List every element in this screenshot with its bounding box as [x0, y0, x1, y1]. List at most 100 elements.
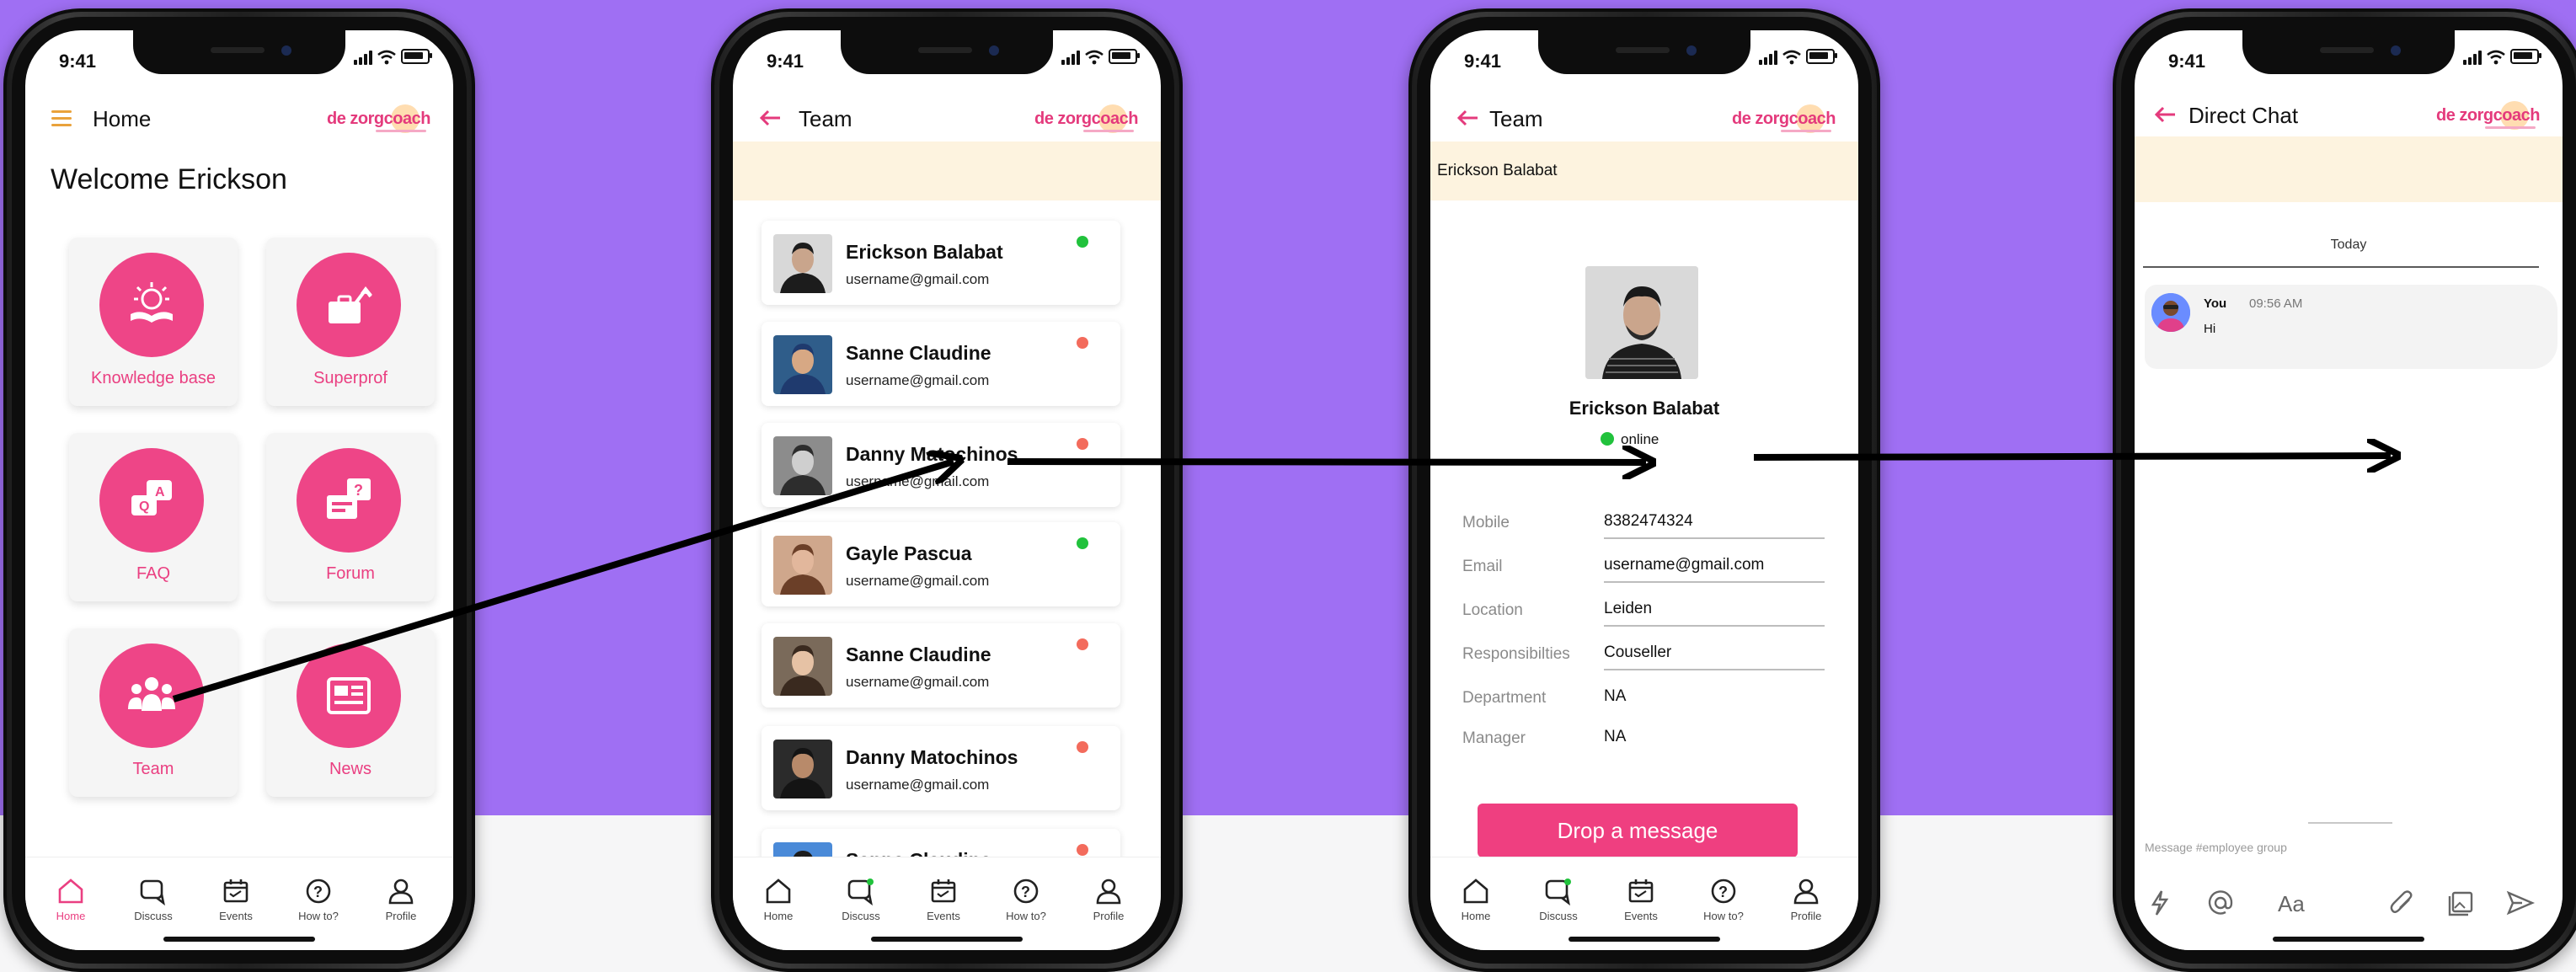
battery-icon: [1109, 49, 1140, 64]
tile-faq[interactable]: AQ FAQ: [69, 433, 238, 601]
nav-events[interactable]: Events: [1607, 876, 1675, 922]
field-label: Location: [1462, 601, 1523, 619]
notch: [133, 30, 345, 74]
user-icon: [388, 879, 414, 905]
profile-photo: [1585, 266, 1698, 379]
hamburger-menu-icon[interactable]: [49, 104, 76, 131]
team-member-card[interactable]: Danny Matochinos username@gmail.com: [762, 423, 1120, 507]
composer-grabber[interactable]: [2308, 822, 2392, 824]
tile-label: Team: [132, 760, 174, 778]
composer-toolbar: Aa: [2135, 857, 2563, 950]
team-member-card[interactable]: Sanne Claudine username@gmail.com: [762, 623, 1120, 708]
page-title: Direct Chat: [2189, 103, 2299, 128]
avatar: [773, 637, 832, 696]
phone-home: 9:41 Home de zorgcoach Welcome Erickson …: [3, 8, 475, 972]
member-name: Sanne Claudine: [846, 342, 991, 364]
back-arrow-icon[interactable]: [756, 104, 783, 131]
member-name: Danny Matochinos: [846, 443, 1018, 465]
wifi-icon: [1782, 50, 1801, 65]
nav-events[interactable]: Events: [910, 876, 977, 922]
status-time: 9:41: [767, 51, 804, 72]
lightning-icon[interactable]: [2145, 888, 2175, 918]
nav-discuss[interactable]: Discuss: [827, 876, 895, 922]
header-band: [733, 142, 1161, 200]
notch: [841, 30, 1053, 74]
nav-profile[interactable]: Profile: [1772, 876, 1840, 922]
team-member-card[interactable]: Sanne Claudine username@gmail.com: [762, 322, 1120, 406]
bottom-nav: Home Discuss Events ? How to? Profile: [25, 857, 453, 950]
tile-label: FAQ: [136, 564, 170, 583]
user-icon: [1096, 879, 1121, 905]
team-member-card[interactable]: Erickson Balabat username@gmail.com: [762, 221, 1120, 305]
user-icon: [1793, 879, 1819, 905]
discuss-icon: [140, 879, 165, 906]
member-email: username@gmail.com: [846, 473, 990, 489]
tile-news[interactable]: News: [266, 628, 435, 797]
paperclip-icon[interactable]: [2387, 888, 2418, 918]
tile-forum[interactable]: ? Forum: [266, 433, 435, 601]
drop-a-message-button[interactable]: Drop a message: [1478, 804, 1798, 857]
field-underline: [1604, 669, 1825, 670]
profile-field-row: Manager NA: [1462, 718, 1833, 758]
welcome-heading: Welcome Erickson: [51, 163, 287, 195]
profile-field-row: Responsibilties Couseller: [1462, 633, 1833, 674]
battery-icon: [2510, 49, 2541, 64]
presence-dot-icon: [1077, 638, 1088, 650]
bottom-nav: Home Discuss Events ? How to? Profile: [1430, 857, 1858, 950]
page-title: Team: [799, 106, 852, 131]
app-bar: Home de zorgcoach: [25, 94, 453, 142]
nav-events[interactable]: Events: [202, 876, 270, 922]
nav-home[interactable]: Home: [745, 876, 812, 922]
send-icon[interactable]: [2505, 888, 2536, 918]
field-value: 8382474324: [1604, 512, 1693, 530]
wifi-icon: [377, 50, 396, 65]
forum-icon: ?: [327, 478, 371, 519]
back-arrow-icon[interactable]: [2151, 101, 2178, 128]
tile-team[interactable]: Team: [69, 628, 238, 797]
phone-profile: 9:41 Team de zorgcoach Erickson Balabat …: [1408, 8, 1880, 972]
nav-profile[interactable]: Profile: [367, 876, 435, 922]
back-arrow-icon[interactable]: [1454, 104, 1481, 131]
profile-field-row: Location Leiden: [1462, 590, 1833, 630]
avatar: [2151, 293, 2190, 332]
member-email: username@gmail.com: [846, 271, 990, 287]
member-email: username@gmail.com: [846, 674, 990, 690]
tile-knowledge-base[interactable]: Knowledge base: [69, 238, 238, 406]
profile-field-row: Mobile 8382474324: [1462, 502, 1833, 542]
nav-discuss[interactable]: Discuss: [120, 876, 187, 922]
nav-discuss[interactable]: Discuss: [1525, 876, 1592, 922]
briefcase-growth-icon: [329, 286, 372, 323]
nav-how-to[interactable]: ? How to?: [285, 876, 352, 922]
message-input[interactable]: Message #employee group: [2145, 841, 2287, 854]
team-member-card[interactable]: Danny Matochinos username@gmail.com: [762, 726, 1120, 810]
field-label: Manager: [1462, 729, 1526, 747]
status-time: 9:41: [1464, 51, 1502, 72]
presence-dot-icon: [1077, 337, 1088, 349]
text-format-button[interactable]: Aa: [2278, 891, 2305, 917]
profile-screen: 9:41 Team de zorgcoach Erickson Balabat …: [1430, 30, 1858, 950]
gallery-icon[interactable]: [2446, 888, 2477, 918]
tile-superprof[interactable]: Superprof: [266, 238, 435, 406]
header-band: [2135, 136, 2563, 202]
svg-text:A: A: [155, 485, 165, 499]
nav-home[interactable]: Home: [1442, 876, 1510, 922]
mention-icon[interactable]: [2205, 888, 2236, 918]
profile-field-row: Department NA: [1462, 677, 1833, 718]
team-member-card[interactable]: Gayle Pascua username@gmail.com: [762, 522, 1120, 606]
nav-how-to[interactable]: ? How to?: [1690, 876, 1757, 922]
nav-home[interactable]: Home: [37, 876, 104, 922]
date-divider: [2143, 266, 2539, 268]
nav-profile[interactable]: Profile: [1075, 876, 1142, 922]
help-icon: ?: [306, 879, 331, 904]
home-screen: 9:41 Home de zorgcoach Welcome Erickson …: [25, 30, 453, 950]
nav-how-to[interactable]: ? How to?: [992, 876, 1060, 922]
field-underline: [1604, 581, 1825, 583]
wifi-icon: [1085, 50, 1104, 65]
home-indicator: [1569, 937, 1720, 942]
avatar: [773, 436, 832, 495]
signal-icon: [1759, 50, 1777, 65]
home-indicator: [871, 937, 1023, 942]
profile-field-row: Email username@gmail.com: [1462, 546, 1833, 586]
calendar-icon: [931, 879, 956, 903]
message-bubble[interactable]: You 09:56 AM Hi: [2145, 285, 2557, 369]
